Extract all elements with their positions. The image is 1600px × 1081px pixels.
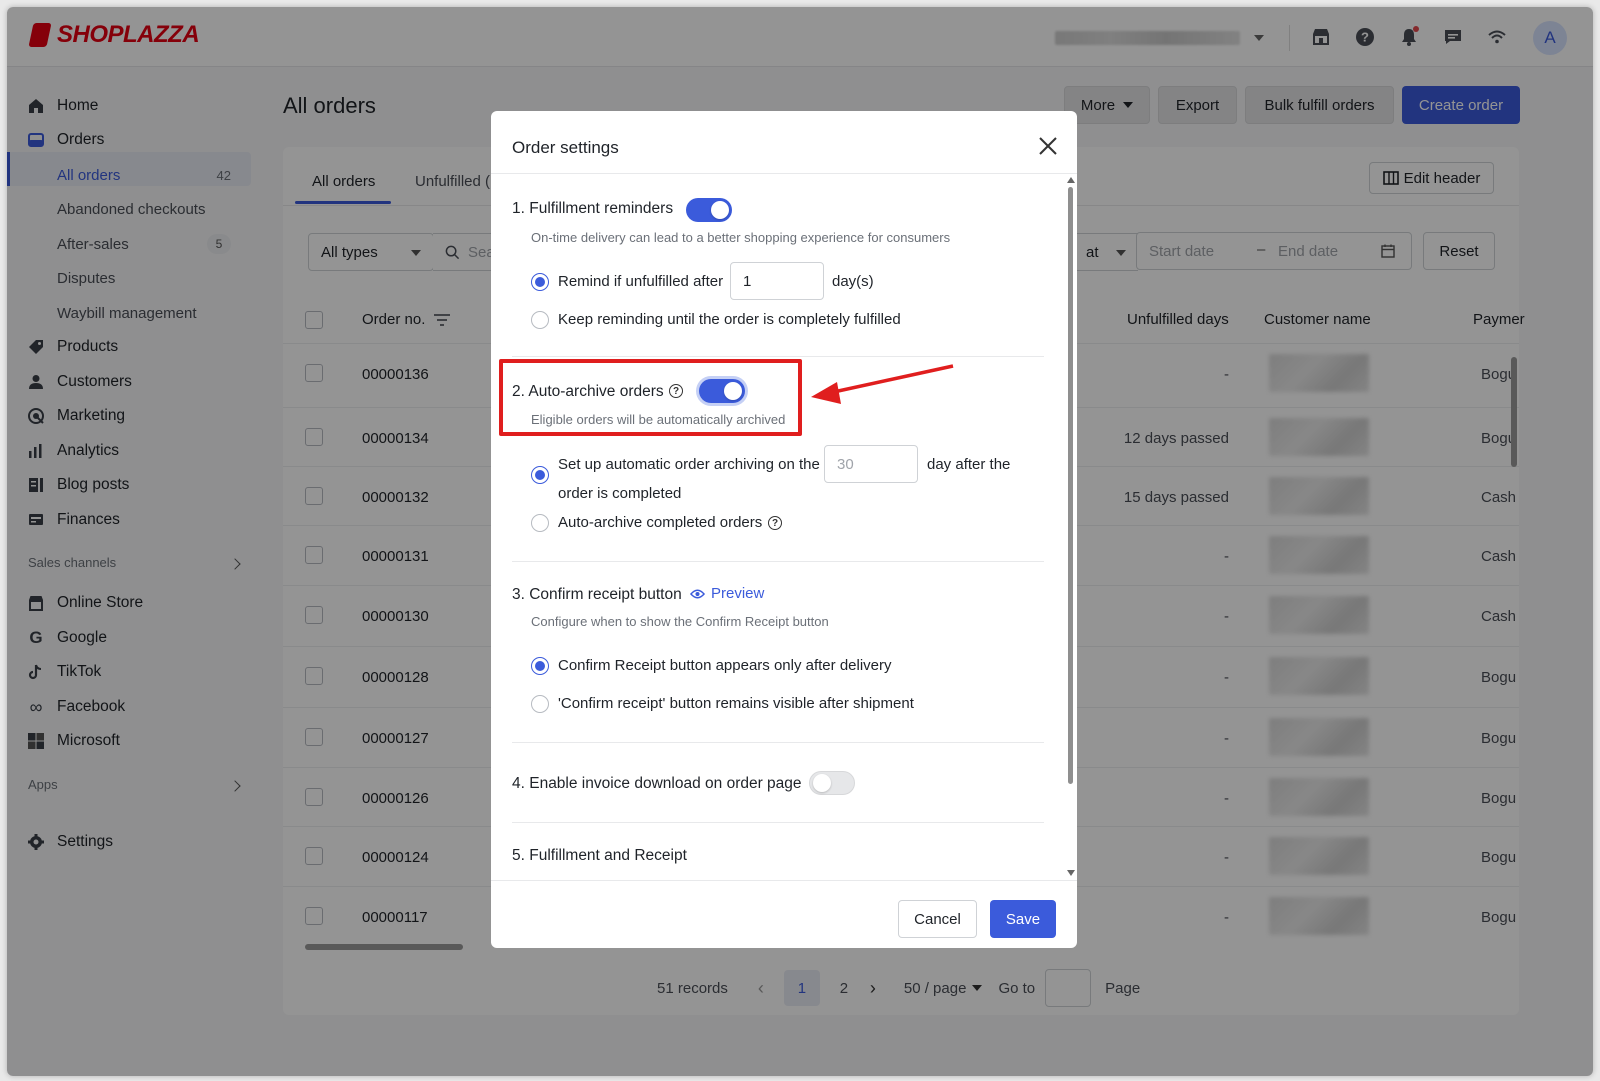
fulfillment-reminders-title: 1. Fulfillment reminders [512,200,674,217]
remind-after-days-radio[interactable] [531,273,549,291]
order-settings-dialog: Order settings 1. Fulfillment reminders … [491,111,1077,948]
confirm-after-shipment-label: 'Confirm receipt' button remains visible… [558,695,914,712]
preview-link[interactable]: Preview [690,585,764,602]
archive-after-label: Set up automatic order archiving on the [558,456,820,473]
cancel-button[interactable]: Cancel [898,900,977,938]
remind-after-label: Remind if unfulfilled after [558,273,724,290]
fulfillment-receipt-title: 5. Fulfillment and Receipt [512,847,687,864]
auto-archive-completed-radio[interactable] [531,514,549,532]
scroll-up-icon[interactable] [1067,177,1075,183]
keep-reminding-label: Keep reminding until the order is comple… [558,311,901,328]
dialog-scrollbar[interactable] [1066,177,1075,879]
confirm-after-delivery-label: Confirm Receipt button appears only afte… [558,657,892,674]
close-icon[interactable] [1035,133,1061,159]
help-icon[interactable]: ? [768,516,782,530]
confirm-after-shipment-radio[interactable] [531,695,549,713]
scroll-down-icon[interactable] [1067,870,1075,876]
fulfillment-reminders-toggle[interactable] [686,198,732,222]
section-divider [512,561,1044,562]
dialog-title: Order settings [512,138,619,157]
invoice-download-title: 4. Enable invoice download on order page [512,775,802,792]
dialog-footer-divider [491,880,1077,881]
section-divider [512,822,1044,823]
confirm-receipt-title: 3. Confirm receipt button [512,586,682,603]
toggle-knob [711,201,729,219]
dialog-header-divider [491,173,1077,174]
save-button[interactable]: Save [990,900,1056,938]
invoice-download-toggle[interactable] [809,771,855,795]
dialog-scroll-thumb[interactable] [1068,187,1073,784]
auto-archive-completed-label: Auto-archive completed orders [558,514,763,531]
annotation-highlight-box [499,359,802,436]
confirm-receipt-desc: Configure when to show the Confirm Recei… [531,614,829,629]
preview-label: Preview [711,585,765,602]
annotation-arrow-icon [811,364,954,404]
archive-after-days-radio[interactable] [531,466,549,484]
fulfillment-reminders-desc: On-time delivery can lead to a better sh… [531,230,951,245]
confirm-after-delivery-radio[interactable] [531,657,549,675]
archive-day-after-label: day after the [927,456,1011,473]
eye-icon [690,589,705,598]
app-window: SHOPLAZZA ? A Home Orders All orders 42 … [7,7,1593,1076]
keep-reminding-radio[interactable] [531,311,549,329]
archive-days-input[interactable]: 30 [824,445,918,483]
section-divider [512,356,1044,357]
archive-order-completed-label: order is completed [558,485,682,502]
days-unit-label: day(s) [832,273,874,290]
toggle-knob [813,774,831,792]
remind-days-input[interactable]: 1 [730,262,824,300]
section-divider [512,742,1044,743]
